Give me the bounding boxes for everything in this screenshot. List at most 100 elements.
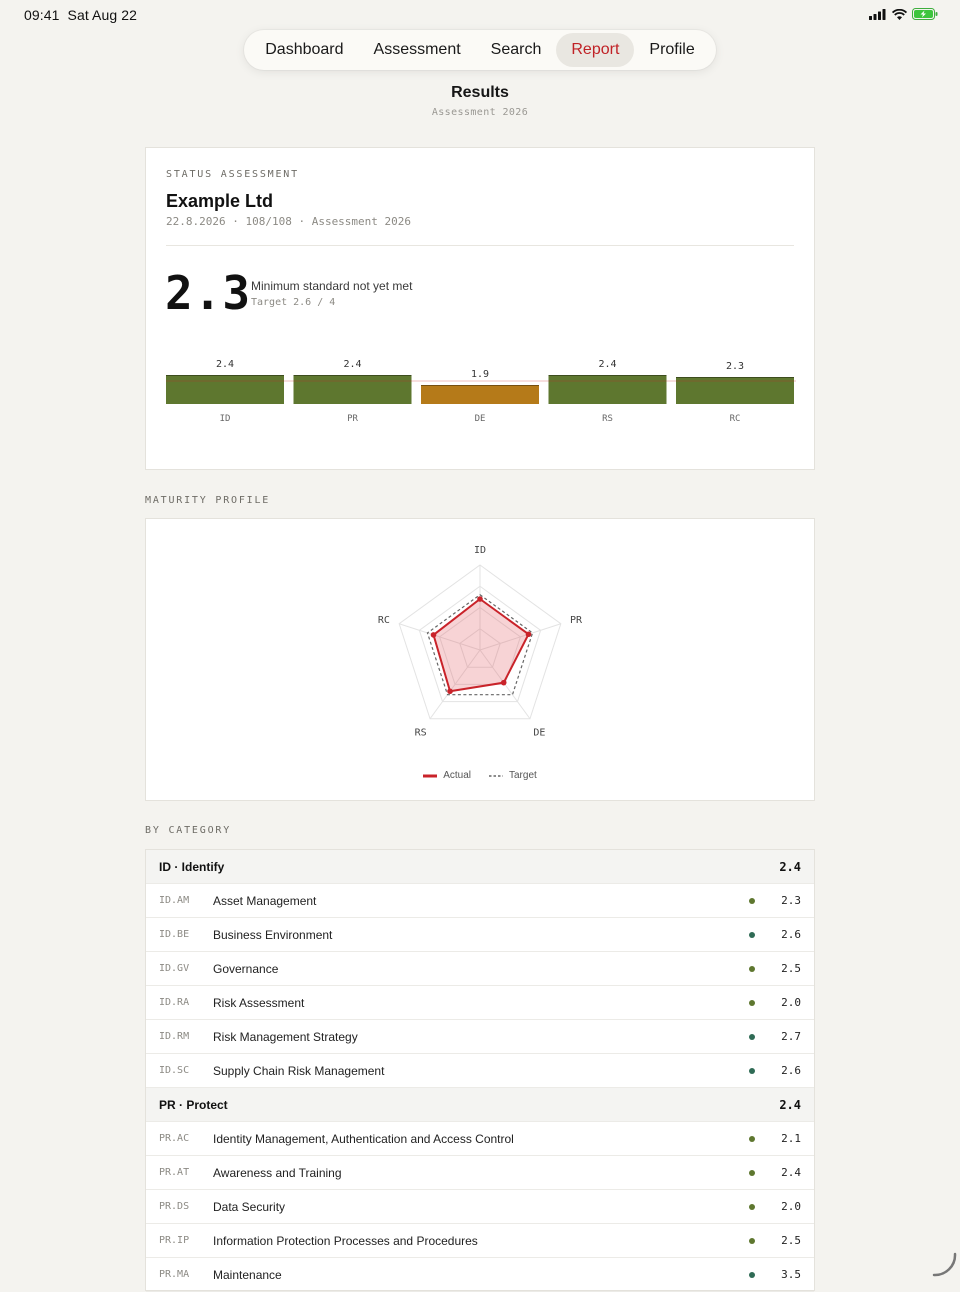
nav-profile[interactable]: Profile [634,33,709,67]
legend-target: Target [489,770,537,781]
bar-category-label: RS [602,414,613,424]
category-table: ID · Identify 2.4 ID.AM Asset Management 2.3… [145,849,815,1292]
radar-axis-label: RC [378,615,390,626]
row-score: 3.5 [781,1268,801,1281]
nav-search[interactable]: Search [476,33,557,67]
table-row[interactable]: PR.AT Awareness and Training 2.4 [146,1156,814,1190]
table-row[interactable]: PR.AC Identity Management, Authentication… [146,1122,814,1156]
row-score: 2.0 [781,1200,801,1213]
status-dot-icon [749,897,755,904]
category-group-score: 2.4 [779,1097,801,1112]
bar-id [166,375,284,404]
table-row[interactable]: PR.DS Data Security 2.0 [146,1190,814,1224]
nav-assessment[interactable]: Assessment [359,33,476,67]
category-group-name: ID · Identify [159,859,225,874]
radar-axis-label: DE [533,728,545,739]
row-code: ID.GV [159,963,190,974]
table-row[interactable]: ID.AM Asset Management 2.3 [146,884,814,918]
row-name: Asset Management [213,893,317,908]
row-name: Risk Management Strategy [213,1029,358,1044]
legend-actual: Actual [423,770,471,781]
bar-value-label: 2.3 [726,361,744,372]
table-row[interactable]: ID.GV Governance 2.5 [146,952,814,986]
row-score: 2.1 [781,1132,801,1145]
row-name: Maintenance [213,1267,282,1282]
category-group-header[interactable]: PR · Protect 2.4 [146,1088,814,1122]
row-code: ID.AM [159,895,190,906]
score-target-text: Target 2.6 / 4 [251,297,336,308]
row-name: Business Environment [213,927,333,942]
legend-target-label: Target [509,770,537,781]
row-score: 2.3 [781,894,801,907]
status-dot-icon [749,1135,755,1142]
status-dot-icon [749,1169,755,1176]
nav-dashboard[interactable]: Dashboard [250,33,358,67]
radar-legend: Actual Target [146,770,814,781]
page-subtitle: Assessment 2026 [431,107,529,118]
radar-axis-label: ID [474,545,486,556]
table-row[interactable]: PR.MA Maintenance 3.5 [146,1258,814,1292]
nav-report[interactable]: Report [556,33,635,67]
status-dot-icon [749,999,755,1006]
table-row[interactable]: PR.IP Information Protection Processes an… [146,1224,814,1258]
score-status-text: Minimum standard not yet met [251,279,413,293]
function-bar-chart: 2.4 ID 2.4 PR 1.9 DE 2.4 RS 2.3 RC [166,359,796,424]
radar-actual-point [477,596,483,602]
loading-spinner-icon [932,1252,957,1277]
row-name: Governance [213,961,279,976]
row-name: Information Protection Processes and Pro… [213,1233,478,1248]
status-bar: 09:41 Sat Aug 22 [0,0,960,30]
status-dot-icon [749,1067,755,1074]
company-name: Example Ltd [166,191,274,211]
status-dot-icon [749,1203,755,1210]
status-dot-icon [749,1237,755,1244]
legend-target-swatch [489,774,503,777]
table-row[interactable]: ID.BE Business Environment 2.6 [146,918,814,952]
category-group-header[interactable]: ID · Identify 2.4 [146,850,814,884]
row-name: Supply Chain Risk Management [213,1063,385,1078]
category-group-name: PR · Protect [159,1097,228,1112]
row-code: PR.DS [159,1201,190,1212]
top-nav: Dashboard Assessment Search Report Profi… [244,30,716,70]
row-code: ID.RA [159,997,190,1008]
row-score: 2.6 [781,928,801,941]
row-name: Data Security [213,1199,286,1214]
maturity-radar-card: ID PR DE RS RC Actual Target [145,518,815,801]
radar-actual-point [447,688,453,695]
row-name: Risk Assessment [213,995,305,1010]
radar-axis-label: PR [570,615,583,626]
assessment-meta: 22.8.2026 · 108/108 · Assessment 2026 [166,215,412,228]
bar-category-label: DE [475,414,486,424]
radar-actual-series [432,597,530,693]
radar-actual-point [525,631,532,638]
status-dot-icon [749,1271,755,1278]
radar-actual-point [500,679,507,686]
table-row[interactable]: ID.SC Supply Chain Risk Management 2.6 [146,1054,814,1088]
status-eyebrow: STATUS ASSESSMENT [166,169,299,180]
row-score: 2.4 [781,1166,801,1179]
row-code: PR.IP [159,1235,190,1246]
table-row[interactable]: ID.RA Risk Assessment 2.0 [146,986,814,1020]
bar-value-label: 2.4 [598,359,616,370]
maturity-radar-chart: ID PR DE RS RC [378,545,583,739]
status-dot-icon [749,1033,755,1040]
status-dot-icon [749,965,755,972]
bar-category-label: RC [730,414,741,424]
page-title: Results [451,84,509,101]
row-code: ID.SC [159,1065,190,1076]
status-card: STATUS ASSESSMENT Example Ltd 22.8.2026 … [145,147,815,470]
table-row[interactable]: ID.RM Risk Management Strategy 2.7 [146,1020,814,1054]
bar-rs [548,375,667,404]
wifi-icon [892,8,907,20]
legend-actual-label: Actual [443,770,471,781]
row-score: 2.5 [781,962,801,975]
row-score: 2.0 [781,996,801,1009]
row-code: PR.AT [159,1167,190,1178]
row-code: PR.AC [159,1133,190,1144]
row-score: 2.7 [781,1030,801,1043]
divider [166,245,794,246]
legend-actual-swatch [423,774,438,777]
row-name: Awareness and Training [213,1165,342,1180]
bar-value-label: 1.9 [471,369,489,380]
overall-score: 2.3 [165,266,252,320]
